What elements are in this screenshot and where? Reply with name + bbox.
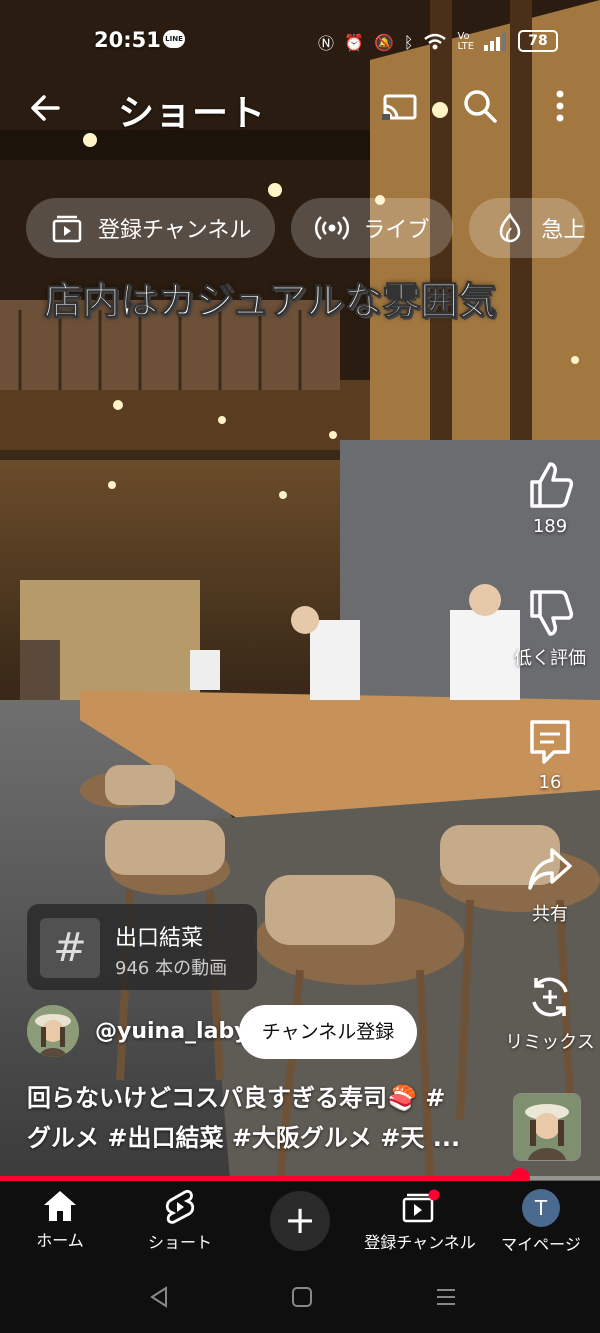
nav-subscriptions-label: 登録チャンネル xyxy=(364,1233,476,1252)
channel-avatar[interactable] xyxy=(27,1005,79,1057)
more-options-button[interactable] xyxy=(540,86,580,126)
channel-handle[interactable]: @yuina_laby xyxy=(95,1019,249,1044)
system-navigation-bar xyxy=(0,1261,600,1333)
plus-icon: + xyxy=(284,1198,316,1242)
battery-indicator: 78 xyxy=(518,30,558,52)
volte-icon: Vo LTE xyxy=(457,31,475,52)
share-button[interactable]: 共有 xyxy=(500,844,600,926)
description-line-1: 回らないけどコスパ良すぎる寿司🍣 # xyxy=(27,1084,446,1112)
comment-count: 16 xyxy=(538,772,562,793)
chip-label: ライブ xyxy=(363,218,430,243)
person-thumbnail-icon xyxy=(514,1094,580,1160)
home-icon xyxy=(44,1191,76,1221)
dislike-label: 低く評価 xyxy=(514,648,586,669)
subscriptions-icon xyxy=(52,215,82,243)
search-icon xyxy=(464,90,497,123)
nav-home-label: ホーム xyxy=(36,1231,84,1250)
chip-live[interactable]: ライブ xyxy=(291,198,454,258)
remix-label: リミックス xyxy=(505,1032,595,1053)
hashtag-icon: # xyxy=(40,918,100,978)
alarm-icon: ⏰ xyxy=(344,32,364,52)
subscriptions-icon xyxy=(402,1189,440,1223)
status-bar: 20:51 LINE Ⓝ ⏰ 🔕 ᛒ Vo LTE 78 xyxy=(0,0,600,80)
nav-mypage[interactable]: T マイページ xyxy=(496,1181,586,1255)
hashtag-card[interactable]: # 出口結菜 946 本の動画 xyxy=(27,904,257,990)
bluetooth-icon: ᛒ xyxy=(403,32,414,52)
system-recents-icon[interactable] xyxy=(435,1286,457,1308)
arrow-back-icon xyxy=(31,95,60,121)
hashtag-video-count: 946 本の動画 xyxy=(115,958,228,979)
status-time: 20:51 xyxy=(94,28,161,52)
nav-home[interactable]: ホーム xyxy=(20,1181,100,1251)
live-icon xyxy=(315,216,350,240)
subscribe-button[interactable]: チャンネル登録 xyxy=(239,1005,417,1059)
person-avatar-icon xyxy=(27,1005,79,1057)
remix-icon xyxy=(532,977,568,1017)
page-title: ショート xyxy=(118,93,267,134)
comment-icon xyxy=(530,720,570,764)
signal-icon xyxy=(484,33,507,51)
thumb-down-icon xyxy=(530,590,574,636)
cast-icon xyxy=(382,94,417,120)
share-label: 共有 xyxy=(532,904,568,925)
trending-icon xyxy=(500,212,521,243)
mute-icon: 🔕 xyxy=(373,32,394,52)
user-avatar: T xyxy=(522,1189,560,1227)
video-description[interactable]: 回らないけどコスパ良すぎる寿司🍣 # グルメ #出口結菜 #大阪グルメ #天 .… xyxy=(27,1078,497,1158)
video-caption-overlay: 店内はカジュアルな雰囲気 xyxy=(43,279,497,324)
chip-trending[interactable]: 急上 xyxy=(469,198,586,258)
wifi-icon xyxy=(424,33,447,50)
nfc-icon: Ⓝ xyxy=(318,34,335,53)
cast-button[interactable] xyxy=(380,88,420,128)
chip-subscriptions[interactable]: 登録チャンネル xyxy=(26,198,276,258)
share-icon xyxy=(528,848,572,890)
more-vert-icon xyxy=(556,90,564,122)
filter-chips: 登録チャンネル ライブ 急上 xyxy=(26,198,586,258)
nav-subscriptions[interactable]: 登録チャンネル xyxy=(358,1181,482,1253)
like-button[interactable]: 189 xyxy=(500,460,600,537)
create-button[interactable]: + xyxy=(270,1191,330,1251)
nav-mypage-label: マイページ xyxy=(501,1235,581,1254)
description-line-2: グルメ #出口結菜 #大阪グルメ #天 ... xyxy=(27,1124,461,1152)
line-app-icon: LINE xyxy=(163,30,185,48)
remix-button[interactable]: リミックス xyxy=(500,972,600,1054)
chip-label: 急上 xyxy=(541,218,586,243)
hashtag-title: 出口結菜 xyxy=(115,926,204,951)
like-count: 189 xyxy=(532,516,568,537)
thumb-up-icon xyxy=(530,462,574,508)
shorts-icon xyxy=(165,1189,195,1224)
status-icons: Ⓝ ⏰ 🔕 ᛒ Vo LTE xyxy=(318,30,507,54)
nav-shorts-label: ショート xyxy=(147,1233,212,1252)
comments-button[interactable]: 16 xyxy=(500,716,600,793)
nav-shorts[interactable]: ショート xyxy=(138,1181,222,1253)
remix-source-thumbnail[interactable] xyxy=(513,1093,581,1161)
system-home-icon[interactable] xyxy=(291,1286,313,1308)
system-back-icon[interactable] xyxy=(148,1285,170,1309)
bottom-navigation: ホーム ショート + 登録チャンネル T マイページ xyxy=(0,1181,600,1261)
chip-label: 登録チャンネル xyxy=(98,218,252,243)
back-button[interactable] xyxy=(26,88,66,128)
search-button[interactable] xyxy=(460,86,500,126)
dislike-button[interactable]: 低く評価 xyxy=(500,588,600,670)
